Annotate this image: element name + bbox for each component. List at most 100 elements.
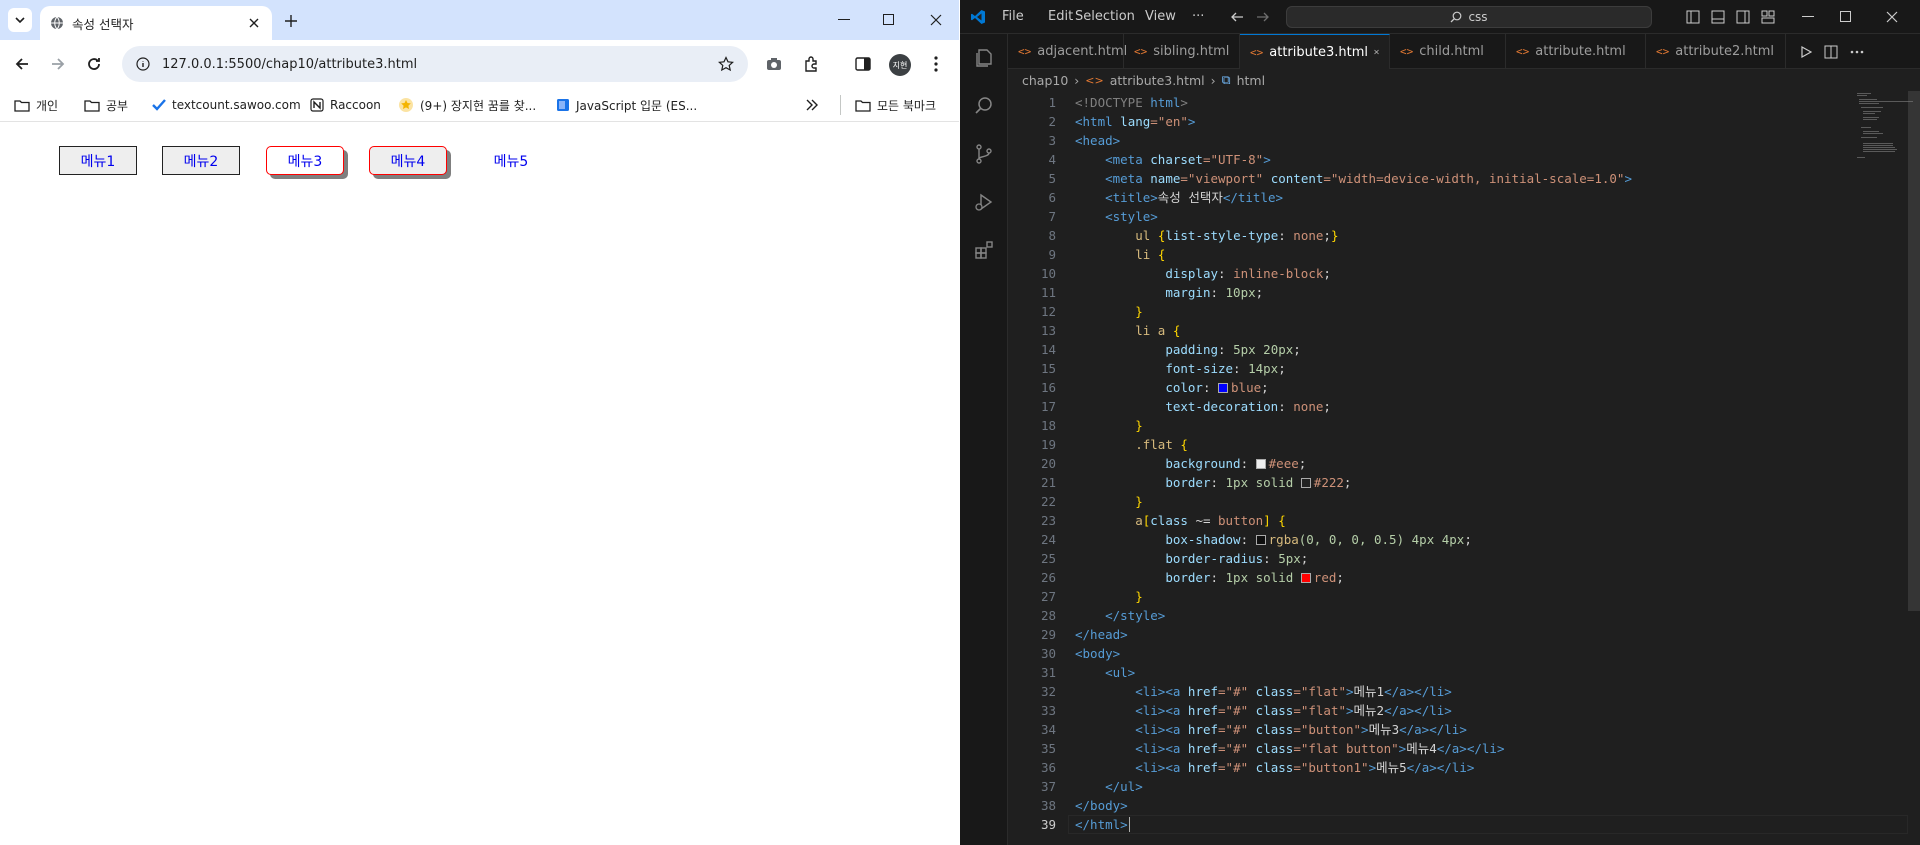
toggle-secondary-sidebar-icon[interactable] <box>1736 10 1750 24</box>
line-number: 39 <box>1040 817 1056 832</box>
line-number: 3 <box>1048 133 1056 148</box>
menu-more[interactable]: ··· <box>1192 9 1204 24</box>
close-tab-button[interactable] <box>246 15 262 31</box>
code-line: </head> <box>1075 627 1128 642</box>
color-swatch[interactable] <box>1255 535 1266 545</box>
html-file-icon: <> <box>1085 73 1104 87</box>
camera-icon[interactable] <box>764 54 784 74</box>
arrow-right-icon[interactable] <box>1256 10 1270 24</box>
new-tab-button[interactable] <box>280 10 302 32</box>
maximize-icon <box>883 14 894 25</box>
profile-avatar[interactable]: 지현 <box>889 54 911 76</box>
explorer-icon[interactable] <box>972 46 996 70</box>
close-icon[interactable] <box>1374 47 1379 57</box>
code-line: .flat { <box>1135 437 1188 452</box>
line-number: 30 <box>1040 646 1056 661</box>
more-menu-icon[interactable] <box>926 54 946 74</box>
arrow-left-icon[interactable] <box>1230 10 1244 24</box>
close-icon <box>249 18 259 28</box>
page-viewport <box>0 122 959 845</box>
folder-icon <box>855 99 871 112</box>
menu-link-2[interactable]: 메뉴2 <box>162 146 240 175</box>
address-bar[interactable]: 127.0.0.1:5500/chap10/attribute3.html <box>122 46 748 82</box>
run-debug-icon[interactable] <box>972 190 996 214</box>
side-panel-icon[interactable] <box>853 54 873 74</box>
tab-sibling[interactable]: <> sibling.html <box>1124 34 1240 69</box>
tab-attribute2[interactable]: <> attribute2.html <box>1646 34 1786 69</box>
color-swatch[interactable] <box>1300 478 1311 488</box>
tab-search-button[interactable] <box>8 8 32 32</box>
menu-link-4[interactable]: 메뉴4 <box>369 146 447 175</box>
menu-selection[interactable]: Selection <box>1075 9 1135 24</box>
color-swatch[interactable] <box>1218 383 1229 393</box>
menu-edit[interactable]: Edit <box>1048 9 1073 24</box>
split-editor-icon[interactable] <box>1824 45 1838 59</box>
tab-adjacent[interactable]: <> adjacent.html <box>1008 34 1127 69</box>
color-swatch[interactable] <box>1300 573 1311 583</box>
bookmarks-bar: 개인 공부 textcount.sawoo.com Raccoon (9+) 장… <box>0 88 959 122</box>
code-line: border: 1px solid red; <box>1165 570 1344 585</box>
html-file-icon: <> <box>1018 45 1032 58</box>
breadcrumb-file[interactable]: attribute3.html <box>1110 73 1205 88</box>
minimize-button[interactable] <box>820 0 868 40</box>
line-number: 24 <box>1040 532 1056 547</box>
line-number: 19 <box>1040 437 1056 452</box>
tab-label: attribute.html <box>1535 44 1626 59</box>
code-editor[interactable]: <!DOCTYPE html> <html lang="en"> <head> … <box>1075 93 1755 845</box>
site-info-icon[interactable] <box>136 57 150 71</box>
menu-link-5[interactable]: 메뉴5 <box>472 146 550 175</box>
extensions-icon[interactable] <box>972 238 996 262</box>
tab-attribute[interactable]: <> attribute.html <box>1506 34 1646 69</box>
bookmark-folder-study[interactable]: 공부 <box>84 95 128 115</box>
tab-label: child.html <box>1419 44 1484 59</box>
bookmark-folder-personal[interactable]: 개인 <box>14 95 58 115</box>
reload-button[interactable] <box>82 52 106 76</box>
bookmark-all-folder[interactable]: 모든 북마크 <box>855 95 936 115</box>
bookmark-textcount[interactable]: textcount.sawoo.com <box>152 95 301 115</box>
line-number: 36 <box>1040 760 1056 775</box>
forward-button[interactable] <box>46 52 70 76</box>
color-swatch[interactable] <box>1255 459 1266 469</box>
vscode-window: File Edit Selection View ··· css <> adjac… <box>960 0 1920 845</box>
extensions-icon[interactable] <box>801 54 821 74</box>
maximize-icon[interactable] <box>1840 11 1852 23</box>
bookmarks-divider <box>840 95 841 115</box>
tab-attribute3[interactable]: <> attribute3.html <box>1240 34 1390 69</box>
search-icon[interactable] <box>972 94 996 118</box>
menu-view[interactable]: View <box>1145 9 1176 24</box>
bookmark-raccoon[interactable]: Raccoon <box>310 95 381 115</box>
breadcrumb-folder[interactable]: chap10 <box>1022 73 1068 88</box>
run-icon[interactable] <box>1800 46 1812 58</box>
bookmark-dream[interactable]: (9+) 장지현 꿈를 찾... <box>398 95 536 115</box>
line-number: 1 <box>1048 95 1056 110</box>
source-control-icon[interactable] <box>972 142 996 166</box>
command-center-search[interactable]: css <box>1286 6 1652 28</box>
menu-file[interactable]: File <box>1002 9 1024 24</box>
vertical-scrollbar[interactable] <box>1908 91 1920 611</box>
toggle-panel-icon[interactable] <box>1711 10 1725 24</box>
more-actions-icon[interactable] <box>1850 50 1864 54</box>
folder-icon <box>14 99 30 112</box>
bookmark-javascript[interactable]: JavaScript 입문 (ES... <box>556 95 697 115</box>
tab-child[interactable]: <> child.html <box>1390 34 1506 69</box>
breadcrumb-symbol[interactable]: html <box>1237 73 1265 88</box>
back-button[interactable] <box>10 52 34 76</box>
code-line: background: #eee; <box>1165 456 1307 471</box>
browser-tab[interactable]: 속성 선택자 <box>40 6 272 40</box>
minimize-icon[interactable] <box>1802 16 1814 18</box>
activity-bar <box>960 34 1008 845</box>
bookmarks-overflow-button[interactable] <box>806 95 818 115</box>
customize-layout-icon[interactable] <box>1761 10 1775 24</box>
menu-link-1[interactable]: 메뉴1 <box>59 146 137 175</box>
minimap[interactable] <box>1855 91 1915 171</box>
text-cursor <box>1128 817 1130 832</box>
close-icon[interactable] <box>1886 11 1898 23</box>
window-close-button[interactable] <box>912 0 960 40</box>
menu-link-3[interactable]: 메뉴3 <box>266 146 344 175</box>
code-line: box-shadow: rgba(0, 0, 0, 0.5) 4px 4px; <box>1165 532 1472 547</box>
code-line: <html lang="en"> <box>1075 114 1196 129</box>
star-icon[interactable] <box>718 56 734 72</box>
toggle-sidebar-icon[interactable] <box>1686 10 1700 24</box>
line-number: 33 <box>1040 703 1056 718</box>
maximize-button[interactable] <box>865 0 913 40</box>
